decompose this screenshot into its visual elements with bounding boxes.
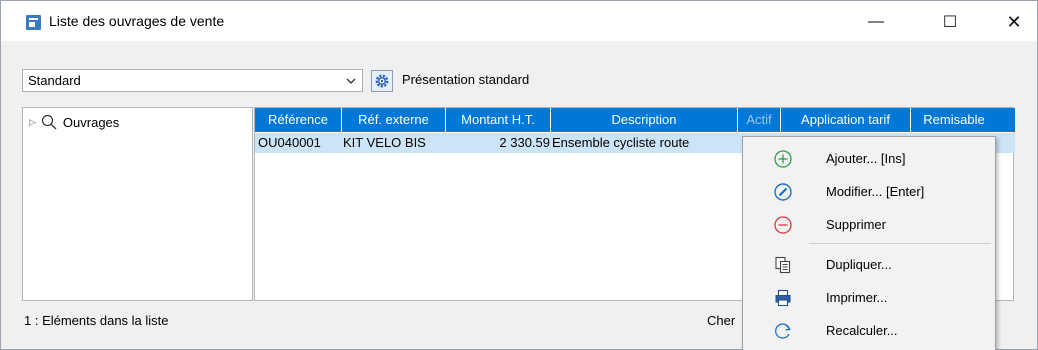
menu-item-label: Dupliquer... — [826, 257, 892, 272]
cell-reference: OU040001 — [258, 135, 321, 150]
search-label: Cher — [707, 313, 736, 328]
presentation-select-value: Standard — [28, 73, 81, 88]
menu-item-modifier[interactable]: Modifier... [Enter] — [743, 175, 995, 208]
menu-separator — [809, 243, 991, 244]
grid-header: Référence Réf. externe Montant H.T. Desc… — [255, 108, 1015, 132]
search-icon — [41, 114, 57, 130]
menu-item-label: Modifier... [Enter] — [826, 184, 925, 199]
menu-item-imprimer[interactable]: Imprimer... — [743, 281, 995, 314]
menu-item-label: Supprimer — [826, 217, 886, 232]
tree-panel: ▷ Ouvrages — [22, 107, 253, 301]
ouvrages-window: Liste des ouvrages de vente — ☐ ✕ Standa… — [0, 0, 1038, 350]
column-header-application-tarif[interactable]: Application tarif — [781, 108, 911, 132]
menu-item-label: Imprimer... — [826, 290, 888, 305]
column-header-remisable[interactable]: Remisable — [911, 108, 997, 132]
presentation-label: Présentation standard — [402, 72, 530, 87]
cell-ref-externe: KIT VELO BIS — [343, 135, 426, 150]
menu-item-supprimer[interactable]: Supprimer — [743, 208, 995, 241]
gear-icon — [375, 74, 389, 88]
remove-circle-icon — [774, 216, 792, 234]
menu-item-dupliquer[interactable]: Dupliquer... — [743, 248, 995, 281]
tree-item-label: Ouvrages — [62, 114, 120, 130]
printer-icon — [775, 289, 791, 307]
add-circle-icon — [774, 150, 792, 168]
menu-item-recalculer[interactable]: Recalculer... — [743, 314, 995, 347]
refresh-icon — [775, 323, 792, 339]
app-icon — [26, 15, 41, 30]
column-header-ref-externe[interactable]: Réf. externe — [342, 108, 446, 132]
window-title: Liste des ouvrages de vente — [49, 13, 225, 29]
minimize-button[interactable]: — — [853, 7, 899, 37]
edit-pencil-icon — [774, 183, 792, 201]
column-header-montant[interactable]: Montant H.T. — [446, 108, 551, 132]
close-button[interactable]: ✕ — [991, 7, 1037, 37]
column-header-reference[interactable]: Référence — [255, 108, 342, 132]
presentation-settings-button[interactable] — [371, 70, 393, 92]
tree-item-ouvrages[interactable]: ▷ Ouvrages — [29, 114, 119, 130]
menu-item-ajouter[interactable]: Ajouter... [Ins] — [743, 142, 995, 175]
column-header-description[interactable]: Description — [551, 108, 738, 132]
cell-montant: 2 330.59 — [499, 135, 550, 150]
column-header-actif[interactable]: Actif — [738, 108, 781, 132]
item-count-label: 1 : Eléments dans la liste — [24, 313, 169, 328]
context-menu: Ajouter... [Ins] Modifier... [Enter] Sup… — [742, 136, 996, 350]
expand-arrow-icon[interactable]: ▷ — [29, 117, 36, 128]
cell-description: Ensemble cycliste route — [552, 135, 690, 150]
maximize-button[interactable]: ☐ — [927, 7, 973, 37]
menu-item-label: Recalculer... — [826, 323, 898, 338]
title-bar: Liste des ouvrages de vente — ☐ ✕ — [1, 1, 1037, 41]
presentation-select[interactable]: Standard — [22, 69, 363, 92]
duplicate-icon — [775, 256, 791, 274]
chevron-down-icon[interactable] — [340, 70, 362, 91]
menu-item-label: Ajouter... [Ins] — [826, 151, 906, 166]
